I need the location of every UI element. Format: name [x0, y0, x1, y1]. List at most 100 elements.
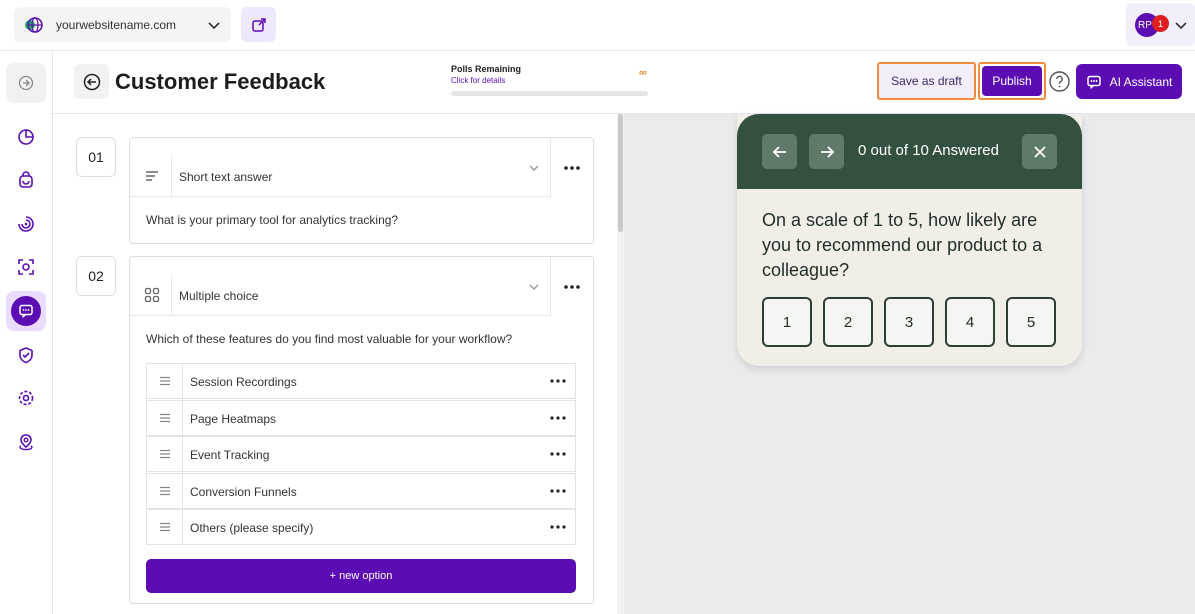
more-horizontal-icon[interactable] [549, 448, 567, 460]
gear-icon [18, 390, 34, 406]
previous-button[interactable] [762, 134, 797, 169]
chevron-down-icon [529, 165, 539, 171]
spiral-icon [18, 216, 34, 232]
location-icon [19, 434, 33, 451]
drag-handle-icon[interactable] [147, 400, 183, 435]
more-horizontal-icon [564, 284, 580, 289]
option-label[interactable]: Others (please specify) [190, 521, 313, 535]
rating-option[interactable]: 2 [823, 297, 873, 347]
arrow-left-icon [772, 145, 786, 158]
option-label[interactable]: Session Recordings [190, 375, 297, 389]
site-name: yourwebsitename.com [56, 17, 177, 32]
rating-option[interactable]: 3 [884, 297, 934, 347]
help-icon[interactable] [1049, 71, 1070, 92]
site-selector[interactable]: yourwebsitename.com [14, 7, 231, 42]
sidebar-item-settings[interactable] [6, 378, 46, 418]
option-row: Session Recordings [146, 363, 576, 399]
collapse-icon [18, 75, 34, 91]
drag-handle-icon[interactable] [147, 473, 183, 508]
arrow-right-icon [820, 145, 834, 158]
sidebar-item-recordings[interactable] [6, 204, 46, 244]
back-button[interactable] [74, 64, 109, 99]
option-label[interactable]: Event Tracking [190, 448, 269, 462]
answered-progress: 0 out of 10 Answered [858, 142, 999, 159]
question-more-button[interactable] [550, 257, 593, 316]
rating-option[interactable]: 4 [945, 297, 995, 347]
question-card: Short text answer What is your primary t… [129, 137, 594, 244]
polls-details-link[interactable]: Click for details [451, 76, 648, 85]
sidebar-item-analytics[interactable] [6, 117, 46, 157]
option-list: Session Recordings Page Heatmaps Event T… [146, 363, 576, 546]
chat-icon [1086, 75, 1101, 89]
polls-progress-bar [451, 91, 648, 96]
short-text-icon [132, 156, 172, 196]
question-type-label: Multiple choice [179, 289, 259, 303]
top-bar: yourwebsitename.com RP 1 [0, 0, 1195, 51]
rating-option[interactable]: 5 [1006, 297, 1056, 347]
arrow-left-circle-icon [83, 73, 100, 90]
save-draft-button[interactable]: Save as draft [877, 62, 976, 100]
shield-icon [19, 347, 33, 364]
poll-preview: 0 out of 10 Answered On a scale of 1 to … [624, 114, 1195, 614]
chat-icon [11, 296, 41, 326]
bag-icon [19, 171, 33, 188]
page-header: Customer Feedback Polls Remaining Click … [53, 51, 1195, 114]
scrollbar-thumb[interactable] [618, 114, 623, 232]
polls-remaining-value: ∞ [639, 67, 647, 79]
question-type-select[interactable]: Short text answer [130, 138, 550, 197]
question-type-label: Short text answer [179, 170, 273, 184]
drag-handle-icon[interactable] [147, 510, 183, 545]
sidebar-item-inbox[interactable] [6, 160, 46, 200]
close-widget-button[interactable] [1022, 134, 1057, 169]
new-option-button[interactable]: + new option [146, 559, 576, 593]
chevron-down-icon [208, 21, 220, 29]
question-card: Multiple choice Which of these features … [129, 256, 594, 604]
editor-scrollbar[interactable] [617, 114, 624, 614]
more-horizontal-icon [564, 165, 580, 170]
notification-badge: 1 [1152, 15, 1169, 32]
option-label[interactable]: Conversion Funnels [190, 485, 297, 499]
poll-widget: 0 out of 10 Answered On a scale of 1 to … [737, 114, 1082, 366]
sidebar-collapse-button[interactable] [6, 63, 46, 103]
open-site-button[interactable] [241, 7, 276, 42]
pie-chart-icon [18, 129, 34, 145]
question-number: 01 [76, 137, 116, 177]
widget-header: 0 out of 10 Answered [737, 114, 1082, 189]
drag-handle-icon[interactable] [147, 364, 183, 398]
user-menu[interactable]: RP 1 [1126, 3, 1195, 46]
question-more-button[interactable] [550, 138, 593, 197]
rating-option[interactable]: 1 [762, 297, 812, 347]
more-horizontal-icon[interactable] [549, 485, 567, 497]
publish-button[interactable]: Publish [982, 66, 1042, 96]
sidebar [0, 51, 53, 614]
sidebar-item-security[interactable] [6, 335, 46, 375]
option-row: Others (please specify) [146, 509, 576, 546]
more-horizontal-icon[interactable] [549, 412, 567, 424]
preview-question: On a scale of 1 to 5, how likely are you… [762, 210, 1043, 280]
external-link-icon [251, 17, 266, 32]
sidebar-item-location[interactable] [6, 422, 46, 462]
option-label[interactable]: Page Heatmaps [190, 412, 276, 426]
page-title: Customer Feedback [115, 69, 326, 94]
sidebar-item-heatmaps[interactable] [6, 247, 46, 287]
question-number: 02 [76, 256, 116, 296]
close-icon [1033, 145, 1046, 158]
next-button[interactable] [809, 134, 844, 169]
ai-assistant-button[interactable]: AI Assistant [1076, 64, 1182, 99]
question-text[interactable]: What is your primary tool for analytics … [146, 213, 398, 227]
question-type-select[interactable]: Multiple choice [130, 257, 550, 316]
option-row: Conversion Funnels [146, 472, 576, 509]
focus-icon [18, 259, 34, 275]
drag-handle-icon[interactable] [147, 437, 183, 472]
ai-assistant-label: AI Assistant [1109, 74, 1173, 89]
publish-button-highlight: Publish [978, 62, 1046, 100]
sidebar-item-polls[interactable] [6, 291, 46, 331]
chevron-down-icon [529, 284, 539, 290]
option-row: Page Heatmaps [146, 399, 576, 436]
more-horizontal-icon[interactable] [549, 521, 567, 533]
polls-remaining-label: Polls Remaining [451, 64, 522, 74]
polls-remaining[interactable]: Polls Remaining Click for details ∞ [451, 64, 648, 96]
more-horizontal-icon[interactable] [549, 375, 567, 387]
question-text[interactable]: Which of these features do you find most… [146, 332, 512, 346]
option-row: Event Tracking [146, 436, 576, 473]
